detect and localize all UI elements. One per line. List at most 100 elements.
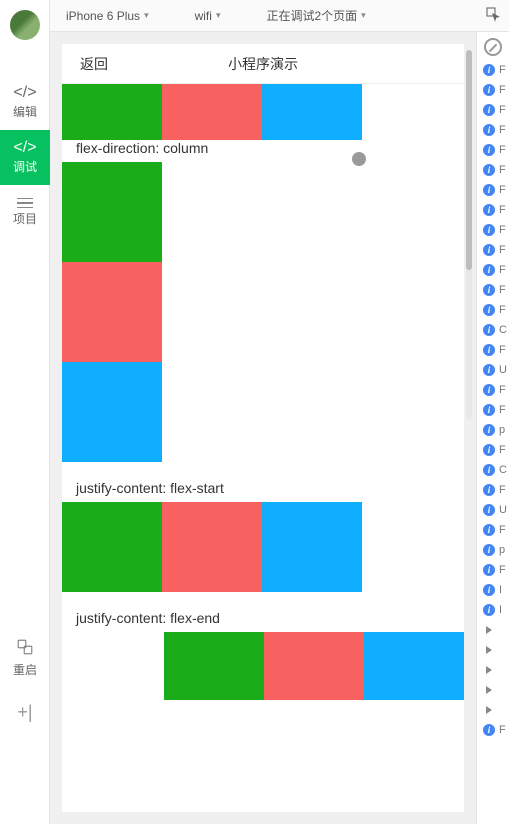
log-line[interactable] <box>477 660 509 680</box>
log-line[interactable]: iF <box>477 160 509 180</box>
inspect-icon[interactable] <box>485 6 501 25</box>
color-box-blue <box>262 502 362 592</box>
log-line[interactable]: iF <box>477 400 509 420</box>
scrollbar-thumb[interactable] <box>466 50 472 270</box>
info-icon: i <box>483 104 495 116</box>
info-icon: i <box>483 244 495 256</box>
log-line[interactable]: iF <box>477 120 509 140</box>
info-icon: i <box>483 124 495 136</box>
sidebar-item-label: 项目 <box>13 210 37 227</box>
log-line[interactable]: iF <box>477 220 509 240</box>
log-line[interactable]: iC <box>477 460 509 480</box>
triangle-icon <box>486 686 492 694</box>
log-line[interactable] <box>477 620 509 640</box>
log-text: F <box>499 164 506 176</box>
log-line[interactable]: iF <box>477 720 509 740</box>
log-line[interactable]: iF <box>477 260 509 280</box>
info-icon: i <box>483 364 495 376</box>
info-icon: i <box>483 264 495 276</box>
log-line[interactable]: iF <box>477 480 509 500</box>
network-label: wifi <box>195 9 212 23</box>
code-icon: </> <box>13 85 36 101</box>
log-line[interactable]: iF <box>477 80 509 100</box>
sidebar-item-add[interactable]: +| <box>0 685 50 740</box>
network-select[interactable]: wifi ▾ <box>187 9 229 23</box>
chevron-down-icon: ▾ <box>216 10 221 21</box>
log-line[interactable]: iF <box>477 100 509 120</box>
triangle-icon <box>486 646 492 654</box>
log-line[interactable]: iF <box>477 240 509 260</box>
log-line[interactable]: iI <box>477 600 509 620</box>
info-icon: i <box>483 564 495 576</box>
log-text: F <box>499 204 506 216</box>
log-line[interactable]: iF <box>477 300 509 320</box>
device-select[interactable]: iPhone 6 Plus ▾ <box>58 9 157 23</box>
log-line[interactable]: iF <box>477 200 509 220</box>
log-line[interactable]: iF <box>477 520 509 540</box>
log-line[interactable]: iU <box>477 500 509 520</box>
chevron-down-icon: ▾ <box>361 10 366 21</box>
page-nav: 返回 小程序演示 <box>62 44 464 84</box>
triangle-icon <box>486 666 492 674</box>
color-box-green <box>62 84 162 140</box>
log-line[interactable] <box>477 640 509 660</box>
log-line[interactable]: iF <box>477 180 509 200</box>
phone-frame: 返回 小程序演示 flex-direction: column justify-… <box>62 44 464 812</box>
log-line[interactable] <box>477 680 509 700</box>
page-content: flex-direction: column justify-content: … <box>62 84 464 700</box>
loading-dot-icon <box>352 152 366 166</box>
log-line[interactable]: iU <box>477 360 509 380</box>
log-line[interactable]: ip <box>477 420 509 440</box>
sidebar-item-edit[interactable]: </> 编辑 <box>0 75 50 130</box>
log-line[interactable]: iI <box>477 580 509 600</box>
sidebar-item-project[interactable]: 项目 <box>0 185 50 240</box>
log-line[interactable]: ip <box>477 540 509 560</box>
sidebar-item-debug[interactable]: </> 调试 <box>0 130 50 185</box>
log-text: C <box>499 324 507 336</box>
avatar[interactable] <box>10 10 40 40</box>
log-line[interactable]: iF <box>477 140 509 160</box>
color-box-green <box>62 162 162 262</box>
log-line[interactable]: iF <box>477 340 509 360</box>
scrollbar[interactable] <box>466 50 472 420</box>
triangle-icon <box>486 706 492 714</box>
sidebar-item-label: 重启 <box>13 661 37 678</box>
section-label: justify-content: flex-start <box>62 462 464 502</box>
log-line[interactable]: iF <box>477 380 509 400</box>
log-line[interactable]: iF <box>477 440 509 460</box>
log-text: p <box>499 424 505 436</box>
log-line[interactable]: iF <box>477 280 509 300</box>
log-text: F <box>499 64 506 76</box>
log-text: F <box>499 484 506 496</box>
log-line[interactable] <box>477 700 509 720</box>
triangle-icon <box>486 626 492 634</box>
color-box-red <box>162 502 262 592</box>
page-title: 小程序演示 <box>142 54 464 74</box>
info-icon: i <box>483 464 495 476</box>
log-text: F <box>499 84 506 96</box>
log-line[interactable]: iC <box>477 320 509 340</box>
color-box-red <box>264 632 364 700</box>
debug-pages-select[interactable]: 正在调试2个页面 ▾ <box>258 7 373 24</box>
flex-demo-row <box>62 84 464 140</box>
back-label: 返回 <box>80 56 108 72</box>
log-text: C <box>499 464 507 476</box>
block-icon[interactable] <box>484 38 502 56</box>
log-text: p <box>499 544 505 556</box>
info-icon: i <box>483 204 495 216</box>
log-text: I <box>499 604 502 616</box>
log-line[interactable]: iF <box>477 60 509 80</box>
sidebar-item-label: 编辑 <box>13 103 37 120</box>
back-button[interactable]: 返回 <box>62 54 142 74</box>
log-text: F <box>499 104 506 116</box>
chevron-down-icon: ▾ <box>144 10 149 21</box>
sidebar-item-restart[interactable]: 重启 <box>0 630 50 685</box>
info-icon: i <box>483 344 495 356</box>
log-line[interactable]: iF <box>477 560 509 580</box>
log-text: I <box>499 584 502 596</box>
log-text: F <box>499 384 506 396</box>
color-box-green <box>164 632 264 700</box>
log-text: F <box>499 284 506 296</box>
info-icon: i <box>483 224 495 236</box>
info-icon: i <box>483 404 495 416</box>
